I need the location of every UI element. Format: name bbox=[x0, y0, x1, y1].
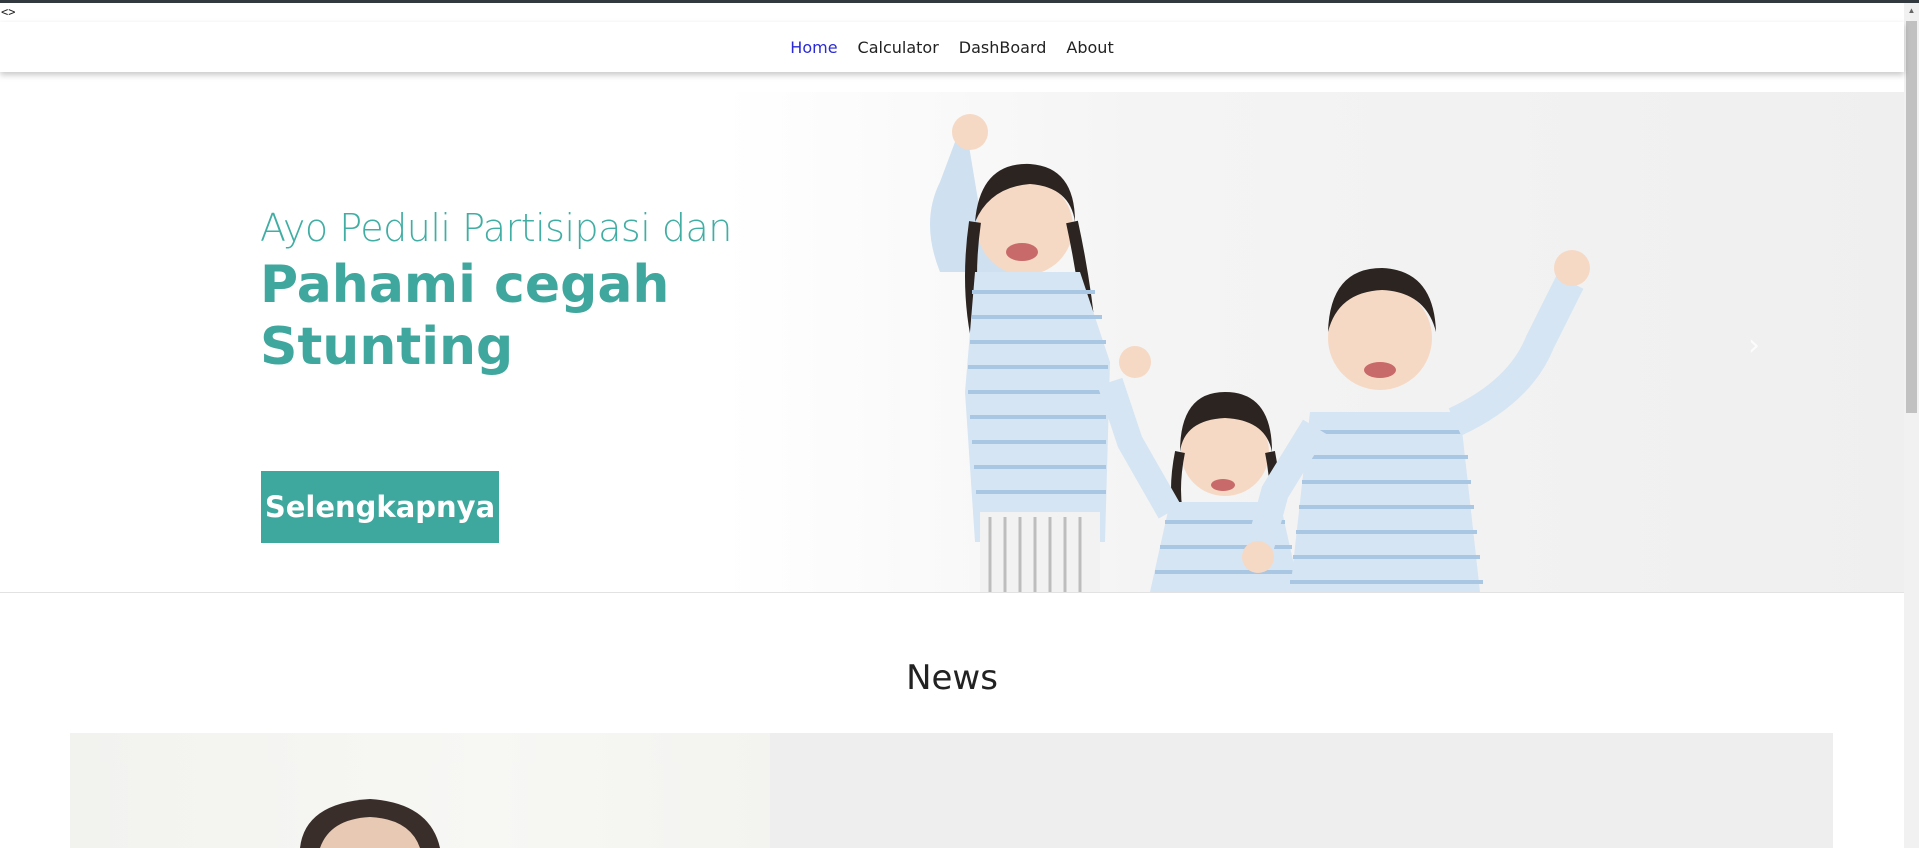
news-section-title: News bbox=[906, 658, 998, 698]
hero-carousel: Ayo Peduli Partisipasi dan Pahami cegah … bbox=[0, 92, 1904, 593]
nav-home-link[interactable]: Home bbox=[780, 38, 847, 57]
nav-calculator-link[interactable]: Calculator bbox=[848, 38, 949, 57]
hero-more-button[interactable]: Selengkapnya bbox=[261, 471, 499, 543]
raised-hand bbox=[952, 114, 988, 150]
news-person-image bbox=[300, 799, 440, 848]
devtools-marker: <> bbox=[1, 5, 16, 19]
hero-children-image bbox=[930, 114, 1590, 592]
browser-top-bar bbox=[0, 0, 1919, 3]
hero-subtitle: Ayo Peduli Partisipasi dan bbox=[260, 206, 732, 250]
nav-about-link[interactable]: About bbox=[1056, 38, 1123, 57]
page: <> Home Calculator DashBoard About Ayo P… bbox=[0, 0, 1919, 848]
scroll-thumb[interactable] bbox=[1906, 21, 1917, 413]
nav-dashboard-link[interactable]: DashBoard bbox=[949, 38, 1057, 57]
child-right-figure bbox=[1242, 250, 1590, 592]
news-card[interactable] bbox=[70, 733, 1833, 848]
navbar: Home Calculator DashBoard About bbox=[0, 22, 1904, 72]
hero-title: Pahami cegah Stunting bbox=[260, 255, 670, 377]
scroll-up-icon[interactable]: ▲ bbox=[1904, 3, 1919, 17]
child-left-figure bbox=[930, 136, 1110, 592]
news-card-image bbox=[70, 733, 770, 848]
carousel-next-icon[interactable]: › bbox=[1748, 328, 1760, 363]
page-scrollbar[interactable]: ▲ bbox=[1904, 3, 1919, 848]
